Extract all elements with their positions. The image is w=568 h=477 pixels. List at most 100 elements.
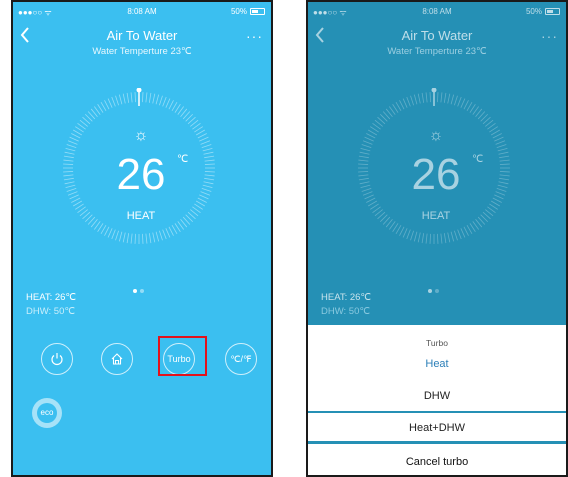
dial-tick <box>204 159 215 162</box>
dial-tick <box>67 191 78 196</box>
dial-tick <box>421 92 425 103</box>
turbo-option-heat[interactable]: Heat <box>308 358 566 370</box>
temperature-value: 26 <box>411 150 461 199</box>
dial-tick <box>362 191 373 196</box>
dial-tick <box>100 101 107 112</box>
home-mode-button[interactable] <box>101 343 133 375</box>
dial-tick <box>496 144 507 148</box>
dial-tick <box>202 147 213 152</box>
cancel-turbo-button[interactable]: Cancel turbo <box>308 456 566 468</box>
dial-tick <box>115 230 119 241</box>
dial-tick <box>429 233 431 244</box>
dial-tick <box>437 233 439 244</box>
dial-tick <box>358 155 369 159</box>
dial-tick <box>443 92 447 103</box>
dial-tick <box>65 147 76 152</box>
dial-tick <box>454 95 458 106</box>
dial-tick <box>122 232 126 243</box>
dial-tick <box>142 92 144 103</box>
more-menu-button[interactable]: ··· <box>541 28 558 44</box>
dial-tick <box>494 136 504 142</box>
dial-tick <box>195 200 206 207</box>
dial-tick <box>201 188 212 192</box>
dial-tick <box>111 96 116 107</box>
dial-tick <box>417 232 421 243</box>
temperature-unit: ℃ <box>472 154 484 165</box>
page-dot <box>435 289 439 293</box>
dial-tick <box>499 177 510 181</box>
divider <box>308 411 566 413</box>
dial-tick <box>194 126 203 133</box>
dial-tick <box>425 233 428 244</box>
dial-tick <box>71 197 81 203</box>
dial-tick <box>64 181 75 185</box>
dial-tick <box>392 223 399 232</box>
dial-tick <box>457 96 462 107</box>
dial-tick <box>437 92 439 103</box>
dial-tick <box>358 174 369 177</box>
dial-tick <box>63 177 74 181</box>
dial-tick <box>499 159 510 162</box>
dial-tick <box>495 191 506 196</box>
dial-tick <box>72 129 83 136</box>
dial-tick <box>203 151 214 155</box>
dial-tick <box>395 101 402 112</box>
dial-tick <box>496 188 507 192</box>
phone-screen-main: ●●●○○ ᯤ 8:08 AM 50% Air To Water Water T… <box>11 0 273 477</box>
turbo-button[interactable]: Turbo <box>163 343 195 375</box>
dial-tick <box>204 163 215 165</box>
dial-tick <box>199 194 209 200</box>
more-menu-button[interactable]: ··· <box>246 28 263 44</box>
dial-tick <box>162 229 167 240</box>
dial-tick <box>126 233 130 244</box>
dial-tick <box>495 140 506 145</box>
dial-tick <box>197 197 207 203</box>
dial-tick <box>425 92 428 103</box>
turbo-option-dhw[interactable]: DHW <box>308 390 566 402</box>
dial-tick <box>174 104 181 113</box>
dial-tick <box>165 228 171 238</box>
status-bar: ●●●○○ ᯤ 8:08 AM 50% <box>308 6 566 20</box>
power-button[interactable] <box>41 343 73 375</box>
phone-screen-turbo-menu: ●●●○○ ᯤ 8:08 AM 50% Air To Water Water T… <box>306 0 568 477</box>
dial-tick <box>499 174 510 177</box>
dial-tick <box>395 224 402 235</box>
dial-tick <box>63 155 74 159</box>
dial-tick <box>100 224 107 235</box>
dial-tick <box>463 226 469 236</box>
dial-tick <box>107 228 113 238</box>
dial-tick <box>203 181 214 185</box>
dial-tick <box>402 228 408 238</box>
dial-tick <box>171 224 178 235</box>
dial-tick <box>360 184 371 189</box>
dial-tick <box>197 133 207 139</box>
turbo-option-heat-dhw[interactable]: Heat+DHW <box>308 422 566 434</box>
dial-tick <box>111 229 116 240</box>
dial-tick <box>498 151 509 155</box>
dial-tick <box>410 230 414 241</box>
dial-tick <box>152 232 156 243</box>
home-icon <box>111 353 123 365</box>
dial-tick <box>399 100 405 110</box>
dial-tick <box>497 147 508 152</box>
dial-tick <box>134 233 136 244</box>
dial-tick <box>204 177 215 181</box>
temperature-value: 26 <box>116 150 166 199</box>
dial-tick <box>107 98 113 108</box>
dial-tick <box>130 233 133 244</box>
dial-tick <box>195 129 206 136</box>
dial-tick <box>118 231 123 242</box>
dial-tick <box>159 230 163 241</box>
dial-tick <box>358 163 369 165</box>
dhw-setpoint: DHW: 50℃ <box>321 306 371 317</box>
dial-tick <box>171 101 178 112</box>
dial-tick <box>162 96 167 107</box>
dial-tick <box>199 136 209 142</box>
dial-tick <box>450 94 455 105</box>
temperature-unit-toggle[interactable]: ℃/℉ <box>225 343 257 375</box>
page-title: Air To Water <box>106 28 178 43</box>
dial-tick <box>406 96 411 107</box>
eco-button[interactable]: eco <box>32 398 62 428</box>
dial-tick <box>361 144 372 148</box>
dial-tick <box>200 191 211 196</box>
